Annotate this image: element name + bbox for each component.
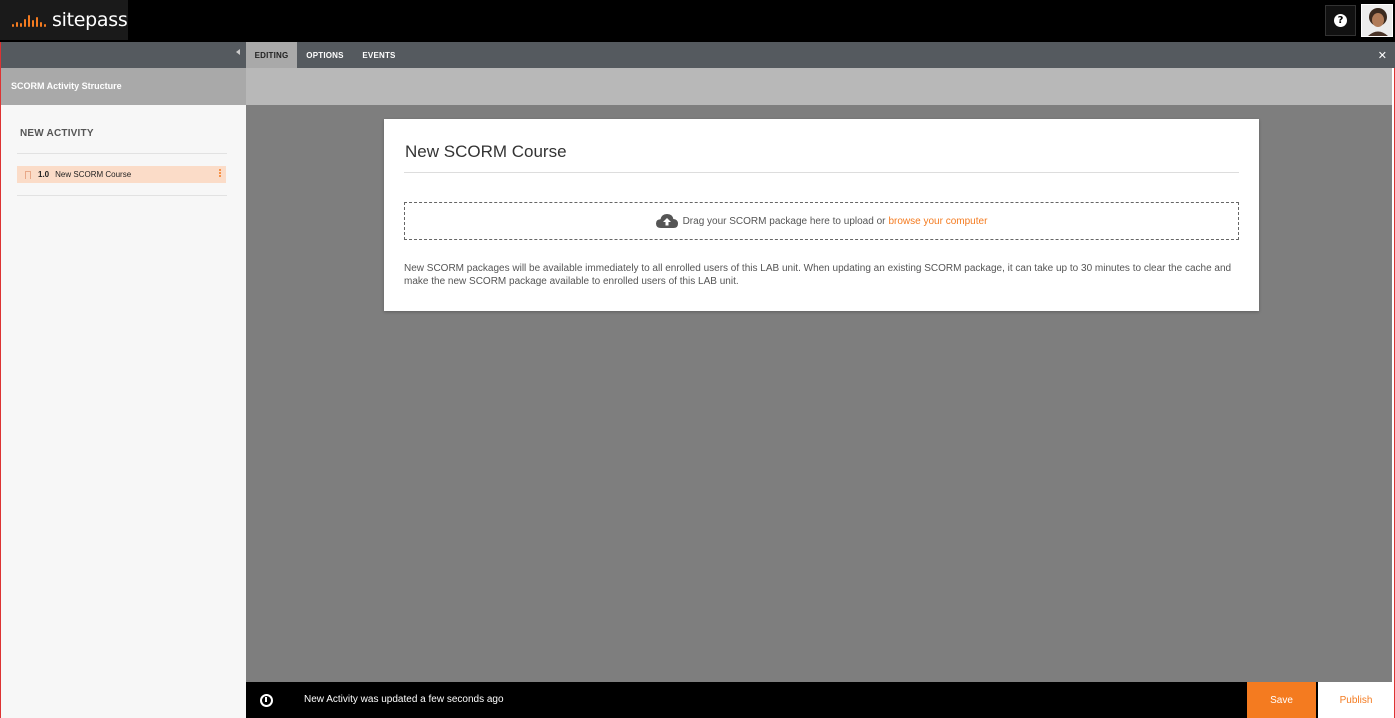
tab-events[interactable]: EVENTS — [356, 42, 402, 68]
upload-note: New SCORM packages will be available imm… — [404, 263, 1232, 287]
scorm-upload-card: New SCORM Course Drag your SCORM package… — [384, 119, 1259, 311]
card-title: New SCORM Course — [405, 142, 567, 161]
dropzone-text: Drag your SCORM package here to upload o… — [682, 215, 886, 227]
sidebar-collapse-bar[interactable] — [1, 42, 247, 68]
avatar-image — [1362, 5, 1392, 36]
clock-icon — [260, 694, 273, 707]
divider — [17, 153, 227, 154]
item-label: New SCORM Course — [55, 170, 132, 179]
help-icon: ? — [1334, 14, 1347, 27]
help-button[interactable]: ? — [1325, 5, 1356, 36]
user-avatar[interactable] — [1361, 4, 1393, 37]
tab-editing[interactable]: EDITING — [246, 42, 297, 68]
cloud-upload-icon — [655, 214, 678, 228]
publish-button[interactable]: Publish — [1318, 682, 1395, 718]
toolbar-area — [246, 68, 1392, 105]
tab-bar: EDITING OPTIONS EVENTS ✕ — [246, 42, 1395, 68]
sitepass-logo[interactable]: sitepass — [0, 0, 128, 40]
sidebar-item-new-scorm-course[interactable]: 1.0 New SCORM Course — [17, 166, 226, 183]
bookmark-icon — [25, 170, 31, 179]
scorm-dropzone[interactable]: Drag your SCORM package here to upload o… — [404, 202, 1239, 240]
activity-sidebar: SCORM Activity Structure NEW ACTIVITY 1.… — [0, 42, 247, 718]
divider — [404, 172, 1239, 173]
status-bar: New Activity was updated a few seconds a… — [246, 682, 1395, 718]
status-message: New Activity was updated a few seconds a… — [304, 694, 504, 705]
logo-text: sitepass — [52, 9, 128, 31]
save-button[interactable]: Save — [1247, 682, 1316, 718]
close-icon[interactable]: ✕ — [1378, 50, 1387, 61]
divider — [17, 195, 227, 196]
activity-title: NEW ACTIVITY — [20, 128, 94, 139]
chevron-left-icon[interactable] — [236, 49, 240, 55]
sidebar-header: SCORM Activity Structure — [1, 68, 247, 105]
item-number: 1.0 — [38, 170, 50, 179]
more-vertical-icon[interactable] — [219, 169, 221, 177]
browse-computer-link[interactable]: browse your computer — [888, 216, 987, 227]
top-bar: sitepass ? — [0, 0, 1395, 42]
logo-mark-icon — [12, 13, 46, 27]
tab-options[interactable]: OPTIONS — [301, 42, 349, 68]
